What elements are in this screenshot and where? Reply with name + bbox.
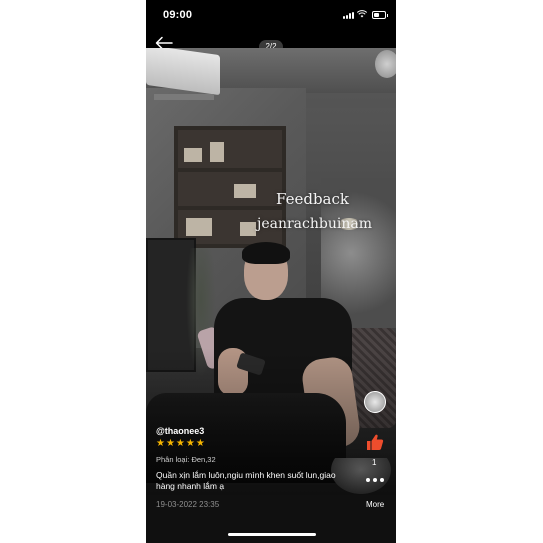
status-time: 09:00 [163, 9, 193, 21]
like-count: 1 [372, 458, 377, 467]
person-hair [242, 242, 290, 264]
product-variant: Phân loại: Đen,32 [156, 455, 216, 464]
review-date: 19-03-2022 23:35 [156, 500, 220, 509]
photo-overlay-subtitle: jeanrachbuinam [257, 216, 372, 232]
mobile-screen: 09:00 2/2 Feedback jeanrachbuinam 1 @tha… [146, 0, 396, 543]
battery-icon [372, 11, 388, 19]
more-options-icon[interactable] [366, 478, 388, 486]
home-indicator[interactable] [228, 533, 316, 536]
more-button[interactable]: More [366, 500, 384, 509]
ceiling-fan [375, 50, 396, 78]
signal-icon [343, 12, 354, 19]
air-conditioner-vent [154, 94, 214, 100]
wifi-icon [357, 10, 367, 18]
like-icon[interactable] [366, 433, 384, 451]
reviewer-avatar[interactable] [364, 391, 386, 413]
photo-overlay-title: Feedback [276, 190, 349, 208]
reviewer-username[interactable]: @thaonee3 [156, 426, 356, 436]
review-comment: Quần xịn lắm luôn,ngiu mình khen suốt lu… [156, 470, 336, 491]
rating-stars: ★★★★★ [156, 438, 206, 449]
status-bar: 09:00 [146, 0, 396, 32]
review-details: @thaonee3 ★★★★★ Phân loại: Đen,32 Quần x… [156, 426, 356, 492]
